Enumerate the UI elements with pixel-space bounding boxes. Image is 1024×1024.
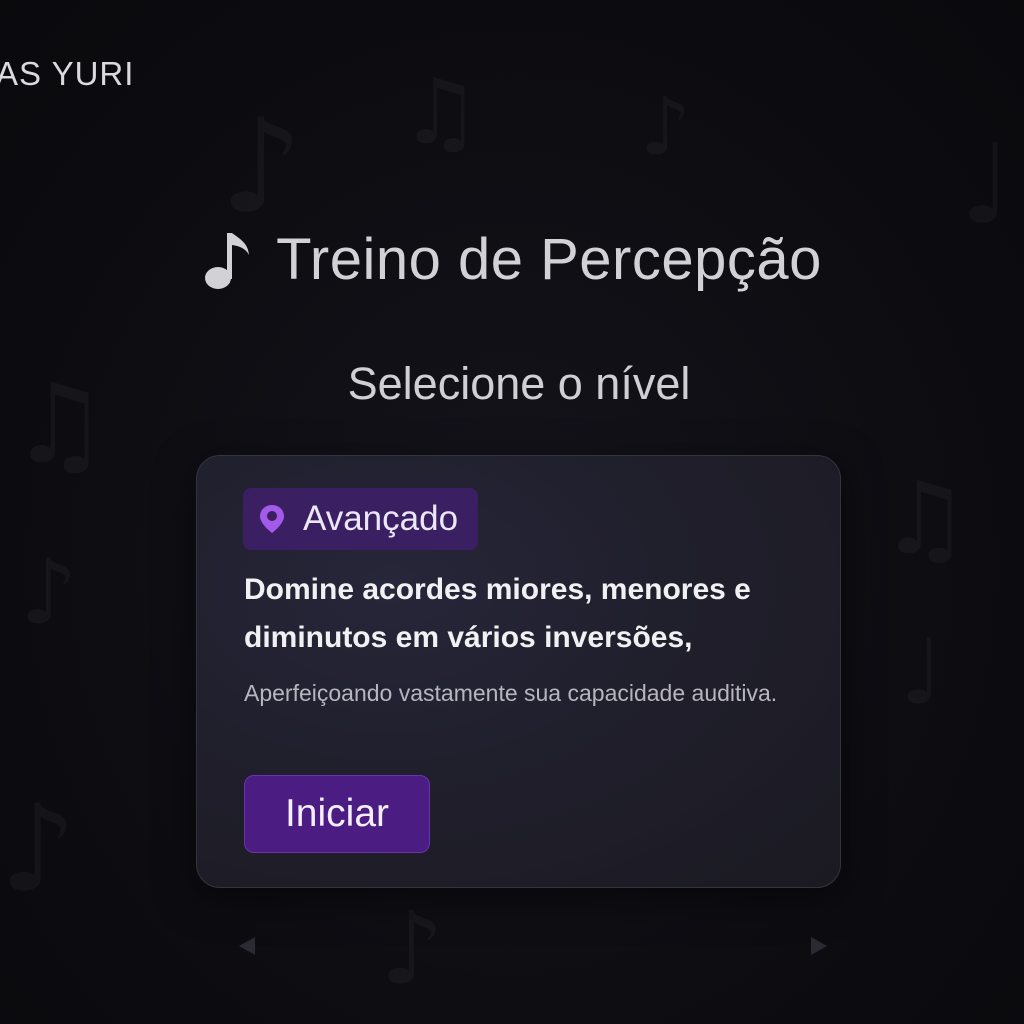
music-note-icon: ♪ (640, 80, 691, 173)
level-badge-label: Avançado (303, 499, 459, 538)
level-card: Avançado Domine acordes miores, menores … (196, 455, 841, 888)
music-note-icon: ♫ (880, 460, 970, 577)
music-note-icon: ♫ (400, 60, 481, 165)
level-select-screen: ♪ ♫ ♪ ♩ ♫ ♪ ♪ ♫ ♩ ♪ AS YURI Treino de Pe… (0, 0, 1024, 1024)
page-subtitle: Selecione o nível (347, 358, 691, 409)
start-button[interactable]: Iniciar (244, 775, 430, 853)
arrow-right-icon[interactable] (810, 936, 828, 956)
music-note-icon: ♩ (900, 620, 942, 725)
location-pin-icon (260, 505, 284, 533)
arrow-left-icon[interactable] (238, 936, 256, 956)
brand-name: AS YURI (0, 55, 135, 92)
page-title: Treino de Percepção (0, 226, 1024, 293)
level-description-detail: Aperfeiçoando vastamente sua capacidade … (244, 680, 778, 706)
page-title-text: Treino de Percepção (276, 227, 822, 292)
music-note-icon (205, 232, 250, 289)
level-description: Domine acordes miores, menores e diminut… (244, 573, 751, 654)
music-note-icon: ♪ (0, 780, 77, 919)
music-note-icon: ♪ (220, 90, 303, 242)
music-note-icon: ♪ (380, 890, 444, 1007)
level-badge: Avançado (243, 488, 479, 550)
music-note-icon: ♪ (20, 540, 77, 645)
